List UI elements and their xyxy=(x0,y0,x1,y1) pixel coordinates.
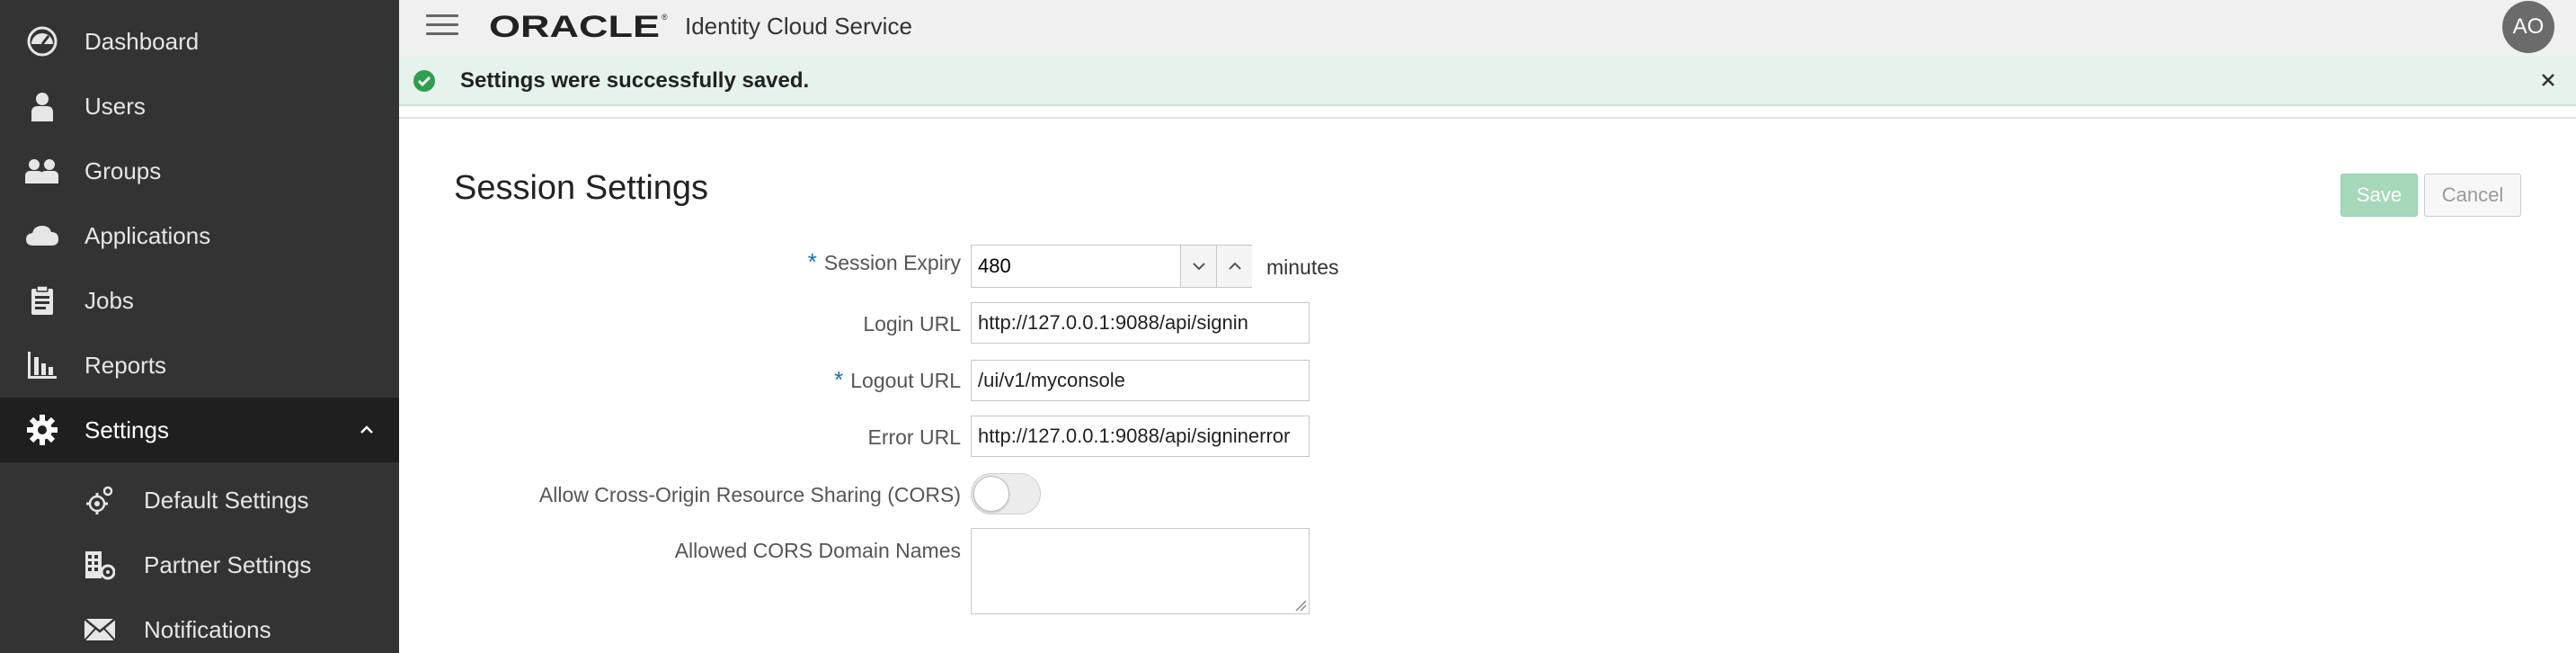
oracle-logo: ORACLE ® xyxy=(489,11,668,41)
session-expiry-label: * Session Expiry xyxy=(807,248,961,275)
required-asterisk: * xyxy=(834,366,844,393)
sidebar-item-dashboard[interactable]: Dashboard xyxy=(0,9,399,74)
error-url-label: Error URL xyxy=(867,425,961,449)
session-expiry-unit: minutes xyxy=(1266,255,1339,279)
sidebar-item-jobs[interactable]: Jobs xyxy=(0,268,399,333)
logout-url-label: * Logout URL xyxy=(834,366,961,393)
hamburger-menu-icon[interactable] xyxy=(426,14,458,40)
sidebar-item-label: Applications xyxy=(84,221,211,249)
product-name: Identity Cloud Service xyxy=(685,13,912,40)
check-circle-icon xyxy=(413,70,435,92)
sidebar-item-label: Default Settings xyxy=(144,486,309,514)
envelope-icon xyxy=(83,613,117,647)
top-header: ORACLE ® Identity Cloud Service AO xyxy=(399,0,2576,56)
increment-button[interactable] xyxy=(1216,246,1252,287)
sidebar-item-label: Settings xyxy=(84,416,169,443)
sidebar-item-label: Dashboard xyxy=(84,27,200,55)
sidebar-item-reports[interactable]: Reports xyxy=(0,333,399,398)
logout-url-input[interactable] xyxy=(971,360,1310,401)
success-banner: Settings were successfully saved. xyxy=(399,56,2576,106)
sidebar-item-label: Users xyxy=(84,92,146,120)
session-expiry-input[interactable] xyxy=(972,246,1180,287)
content-divider xyxy=(399,117,2576,119)
sidebar-item-applications[interactable]: Applications xyxy=(0,203,399,268)
chevron-up-icon xyxy=(1228,262,1241,270)
building-icon xyxy=(83,548,117,582)
sidebar-item-settings[interactable]: Settings xyxy=(0,398,399,462)
svg-text:ORACLE: ORACLE xyxy=(489,11,660,41)
banner-message: Settings were successfully saved. xyxy=(460,68,810,93)
sidebar-item-label: Reports xyxy=(84,351,167,379)
sidebar-item-label: Notifications xyxy=(144,615,271,643)
cancel-button[interactable]: Cancel xyxy=(2424,174,2521,217)
required-asterisk: * xyxy=(807,248,817,275)
sidebar-item-label: Jobs xyxy=(84,286,134,314)
user-icon xyxy=(25,89,59,123)
sidebar-item-groups[interactable]: Groups xyxy=(0,139,399,203)
chevron-down-icon xyxy=(1192,263,1205,271)
resize-handle-icon[interactable] xyxy=(1294,599,1307,612)
sidebar-subitem-notifications[interactable]: Notifications xyxy=(0,597,399,653)
sidebar-item-label: Groups xyxy=(84,157,162,184)
sidebar-item-label: Partner Settings xyxy=(144,550,312,578)
cloud-icon xyxy=(25,219,59,253)
dashboard-icon xyxy=(25,24,59,58)
bar-chart-icon xyxy=(25,348,59,382)
gear-small-icon xyxy=(83,483,117,517)
chevron-up-icon[interactable] xyxy=(354,417,379,443)
groups-icon xyxy=(25,154,59,188)
error-url-input[interactable] xyxy=(971,416,1310,457)
svg-text:®: ® xyxy=(662,13,668,22)
sidebar-subitem-default-settings[interactable]: Default Settings xyxy=(0,468,399,532)
close-icon[interactable] xyxy=(2536,68,2560,92)
toggle-knob xyxy=(973,476,1009,512)
cors-domains-textarea[interactable] xyxy=(971,528,1310,614)
cors-label: Allow Cross-Origin Resource Sharing (COR… xyxy=(538,483,961,506)
cors-domains-label: Allowed CORS Domain Names xyxy=(674,539,961,562)
session-expiry-stepper xyxy=(971,245,1252,288)
gear-icon xyxy=(25,413,59,447)
sidebar-subitem-partner-settings[interactable]: Partner Settings xyxy=(0,532,399,597)
decrement-button[interactable] xyxy=(1180,246,1216,287)
page-title: Session Settings xyxy=(454,169,709,207)
sidebar-item-users[interactable]: Users xyxy=(0,74,399,139)
login-url-label: Login URL xyxy=(863,312,961,335)
login-url-input[interactable] xyxy=(971,302,1310,344)
avatar[interactable]: AO xyxy=(2502,1,2554,53)
save-button[interactable]: Save xyxy=(2341,174,2418,217)
cors-toggle[interactable] xyxy=(971,473,1041,514)
sidebar: Dashboard Users Groups Applications Jobs… xyxy=(0,0,399,653)
clipboard-icon xyxy=(25,283,59,318)
